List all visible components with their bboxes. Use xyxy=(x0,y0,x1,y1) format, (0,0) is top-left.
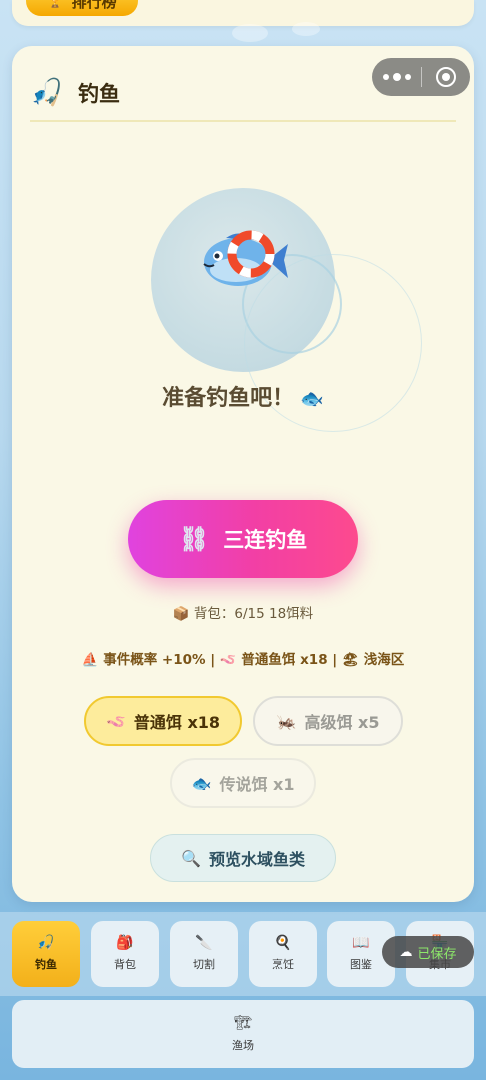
tab-label: 切割 xyxy=(193,958,215,971)
bait-legendary-button[interactable]: 🐟 传说饵 x1 xyxy=(170,758,316,808)
chain-icon: ⛓ xyxy=(178,525,210,553)
leaderboard-label: 排行榜 xyxy=(71,0,117,11)
tab-backpack[interactable]: 🎒 背包 xyxy=(91,921,159,987)
tab-cooking[interactable]: 🍳 烹饪 xyxy=(249,921,317,987)
status-text: 准备钓鱼吧！ xyxy=(162,386,295,411)
saved-toast: ☁ 已保存 xyxy=(382,936,474,968)
tab-label: 背包 xyxy=(114,958,136,971)
fish-with-lifebuoy-icon xyxy=(203,230,288,286)
preview-label: 预览水域鱼类 xyxy=(208,850,305,869)
close-miniprogram-icon[interactable] xyxy=(422,67,470,87)
decor-bubble xyxy=(292,22,320,36)
mini-program-capsule xyxy=(372,58,470,96)
tab-cutting[interactable]: 🔪 切割 xyxy=(170,921,238,987)
decor-bubble xyxy=(232,24,268,42)
tab-label: 渔场 xyxy=(232,1039,254,1052)
fishing-rod-icon: 🎣 xyxy=(30,78,64,108)
triple-cast-button[interactable]: ⛓ 三连钓鱼 xyxy=(128,500,358,578)
search-icon: 🔍 xyxy=(181,848,201,868)
triple-cast-label: 三连钓鱼 xyxy=(223,528,308,552)
more-menu-icon[interactable] xyxy=(372,72,421,81)
bait-label: 普通饵 x18 xyxy=(133,713,221,732)
bait-label: 高级饵 x5 xyxy=(304,713,380,732)
frying-pan-icon: 🍳 xyxy=(274,935,292,951)
construction-icon: 🏗 xyxy=(234,1015,252,1031)
tab-fishing[interactable]: 🎣 钓鱼 xyxy=(12,921,80,987)
cricket-icon: 🦗 xyxy=(276,711,297,731)
tab-label: 烹饪 xyxy=(272,958,294,971)
fish-icon: 🐟 xyxy=(300,388,324,410)
bait-normal-button[interactable]: 🪱 普通饵 x18 xyxy=(84,696,242,746)
backpack-icon: 🎒 xyxy=(116,935,134,951)
worm-icon: 🪱 xyxy=(105,711,126,731)
fishing-rod-icon: 🎣 xyxy=(37,935,55,951)
page-title: 钓鱼 xyxy=(78,82,120,106)
bait-label: 传说饵 x1 xyxy=(219,775,295,794)
preview-waters-button[interactable]: 🔍 预览水域鱼类 xyxy=(150,834,336,882)
fish-icon: 🐟 xyxy=(191,773,212,793)
tab-fishery[interactable]: 🏗 渔场 xyxy=(12,1000,474,1068)
fishing-card: 🎣 钓鱼 准备钓鱼吧！ 🐟 ⛓ 三连钓鱼 📦 背包：6/15 18饵料 ⛵ 事件概… xyxy=(12,46,474,902)
leaderboard-button[interactable]: 🏆 排行榜 xyxy=(26,0,138,16)
cloud-icon: ☁ xyxy=(399,944,413,960)
knife-icon: 🔪 xyxy=(195,935,213,951)
fishing-status: 准备钓鱼吧！ 🐟 xyxy=(12,380,474,412)
bag-capacity: 📦 背包：6/15 18饵料 xyxy=(172,606,314,622)
tab-label: 钓鱼 xyxy=(35,958,57,971)
saved-label: 已保存 xyxy=(417,946,457,962)
tab-label: 图鉴 xyxy=(350,958,372,971)
trophy-icon: 🏆 xyxy=(47,0,64,9)
book-icon: 📖 xyxy=(352,935,370,951)
buff-status-line: ⛵ 事件概率 +10% | 🪱 普通鱼饵 x18 | 🏖 浅海区 xyxy=(81,652,405,668)
bait-advanced-button[interactable]: 🦗 高级饵 x5 xyxy=(253,696,403,746)
